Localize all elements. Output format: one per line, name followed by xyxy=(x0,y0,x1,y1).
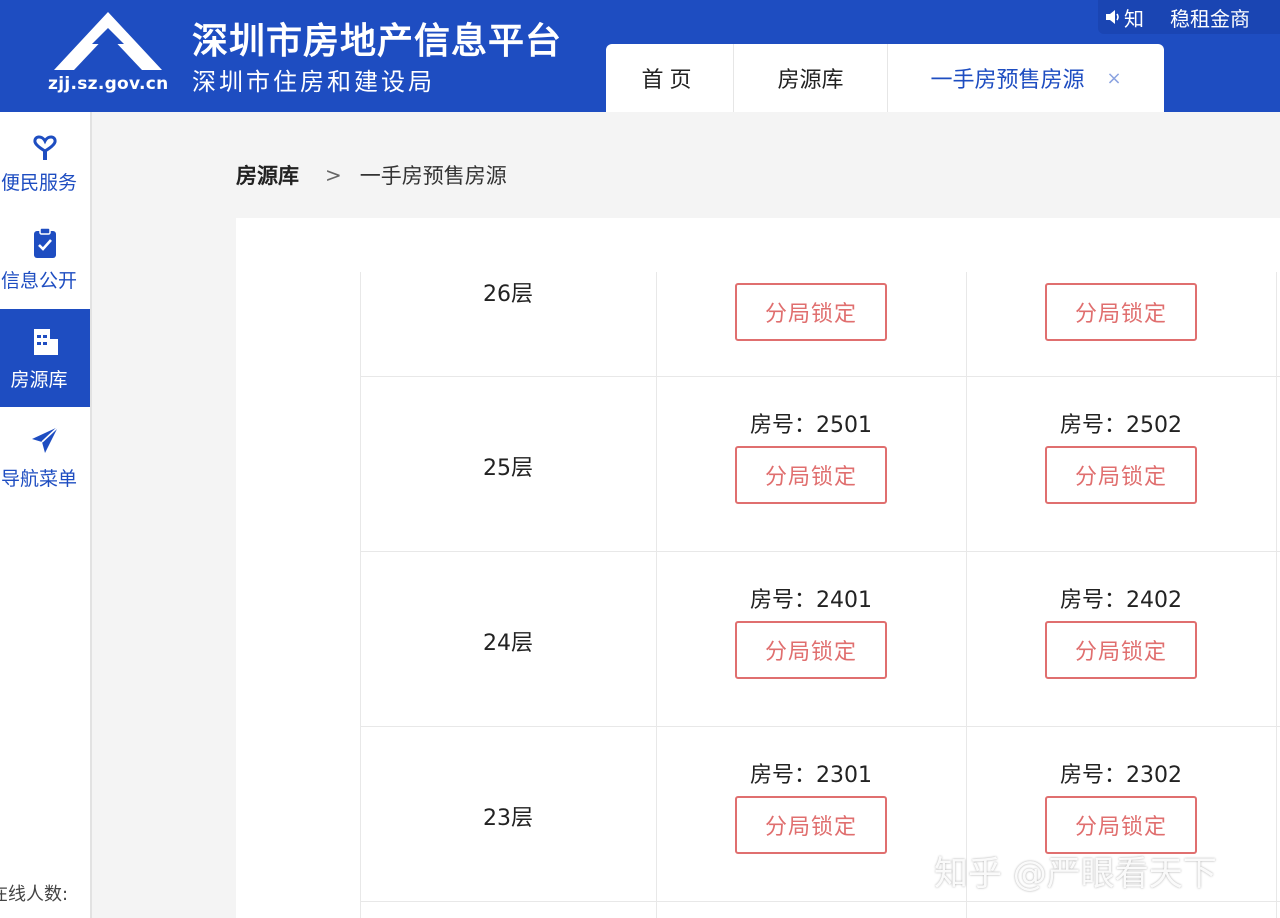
service-heart-icon xyxy=(33,135,57,160)
page-tabs: 首页 房源库 一手房预售房源 × xyxy=(606,44,1164,112)
room-cell: 房号：2301 分局锁定 xyxy=(656,760,966,854)
room-number: 房号：2301 xyxy=(750,763,872,788)
bureau-lock-button[interactable]: 分局锁定 xyxy=(1045,283,1197,341)
notice-text: 稳租金商 xyxy=(1170,6,1250,31)
paper-plane-icon xyxy=(32,425,59,453)
housing-bureau-logo-icon xyxy=(54,12,162,70)
grid-line xyxy=(360,376,1280,377)
notice-prefix: 知 xyxy=(1124,6,1144,31)
room-number: 房号：2302 xyxy=(1060,763,1182,788)
room-number: 房号：2502 xyxy=(1060,413,1182,438)
grid-line xyxy=(360,551,1280,552)
room-cell: 房号：2401 分局锁定 xyxy=(656,585,966,679)
close-icon[interactable]: × xyxy=(1106,68,1121,89)
tab-presale-listings[interactable]: 一手房预售房源 × xyxy=(888,44,1164,112)
left-sidebar: 便民服务 信息公开 房源库 导航菜单 在线人数: xyxy=(0,112,92,918)
online-count-label: 在线人数: xyxy=(0,884,69,905)
grid-line xyxy=(360,726,1280,727)
tab-listings[interactable]: 房源库 xyxy=(734,44,888,112)
room-cell: 房号：2501 分局锁定 xyxy=(656,410,966,504)
bureau-lock-button[interactable]: 分局锁定 xyxy=(735,283,887,341)
sidebar-item-listings[interactable]: 房源库 xyxy=(0,309,90,407)
room-cell: 分局锁定 xyxy=(966,283,1276,341)
clipboard-check-icon xyxy=(34,226,56,258)
zhihu-watermark: 知乎 @严眼看天下 xyxy=(934,854,1217,894)
sidebar-item-navigation[interactable]: 导航菜单 xyxy=(0,408,90,506)
grid-line xyxy=(360,901,1280,902)
building-icon xyxy=(34,328,58,355)
sidebar-item-disclosure[interactable]: 信息公开 xyxy=(0,210,90,308)
room-cell: 房号：2402 分局锁定 xyxy=(966,585,1276,679)
platform-title: 深圳市房地产信息平台 xyxy=(192,21,563,62)
room-number: 房号：2501 xyxy=(750,413,872,438)
bureau-lock-button[interactable]: 分局锁定 xyxy=(735,446,887,504)
bureau-lock-button[interactable]: 分局锁定 xyxy=(1045,621,1197,679)
sidebar-item-label: 导航菜单 xyxy=(0,467,77,490)
bureau-lock-button[interactable]: 分局锁定 xyxy=(735,796,887,854)
breadcrumb: 房源库 > 一手房预售房源 xyxy=(236,160,507,190)
room-cell: 分局锁定 xyxy=(656,283,966,341)
bureau-lock-button[interactable]: 分局锁定 xyxy=(1045,446,1197,504)
bureau-lock-button[interactable]: 分局锁定 xyxy=(735,621,887,679)
sidebar-item-label: 便民服务 xyxy=(0,171,77,194)
room-cell: 房号：2502 分局锁定 xyxy=(966,410,1276,504)
sidebar-item-label: 房源库 xyxy=(10,368,68,391)
sidebar-item-services[interactable]: 便民服务 xyxy=(0,112,90,210)
tab-home[interactable]: 首页 xyxy=(606,44,734,112)
floor-label: 24层 xyxy=(483,631,533,656)
tab-label: 一手房预售房源 xyxy=(930,68,1085,93)
grid-line xyxy=(1276,272,1277,918)
floor-label: 26层 xyxy=(483,282,533,307)
speaker-icon xyxy=(1106,10,1119,24)
floor-label: 25层 xyxy=(483,456,533,481)
sidebar-item-label: 信息公开 xyxy=(0,269,77,292)
platform-subtitle: 深圳市住房和建设局 xyxy=(192,68,435,96)
announcement-ticker[interactable]: 知 稳租金商 xyxy=(1098,0,1280,34)
breadcrumb-listings[interactable]: 房源库 xyxy=(236,160,299,190)
room-number: 房号：2401 xyxy=(750,588,872,613)
chevron-right-icon: > xyxy=(325,163,342,187)
floor-label: 23层 xyxy=(483,806,533,831)
breadcrumb-current: 一手房预售房源 xyxy=(359,164,507,188)
room-cell: 房号：2302 分局锁定 xyxy=(966,760,1276,854)
top-header: zjj.sz.gov.cn 深圳市房地产信息平台 深圳市住房和建设局 知 稳租金… xyxy=(0,0,1280,112)
site-url: zjj.sz.gov.cn xyxy=(48,74,169,94)
room-number: 房号：2402 xyxy=(1060,588,1182,613)
